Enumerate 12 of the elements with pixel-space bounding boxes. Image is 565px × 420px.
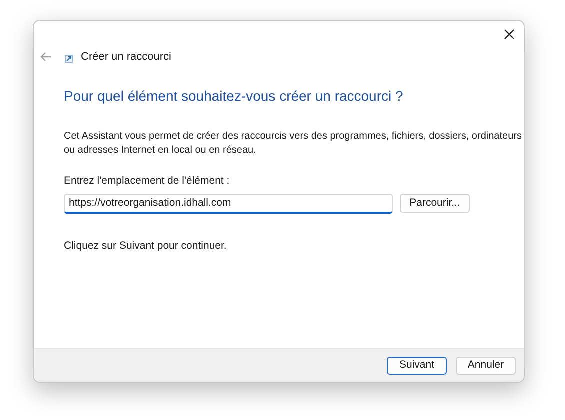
footer-button[interactable]: Suivant [387,356,447,374]
footer-button[interactable]: Annuler [456,356,516,374]
browse-button[interactable]: Parcourir... [400,194,470,214]
description-text: Cet Assistant vous permet de créer des raccourcis vers des programmes, fichiers, dossiers, ordinateurs ou adresses Internet en local ou en réseau. [64,130,522,158]
close-icon [504,28,514,40]
back-arrow-icon [40,52,52,62]
window-title: Créer un raccourci [81,50,172,65]
wizard-heading: Pour quel élément souhaitez-vous créer un raccourci ? [64,87,404,106]
location-label: Entrez l'emplacement de l'élément : [64,174,231,189]
location-field[interactable]: https://votreorganisation.idhall.com [64,194,393,214]
hint-text: Cliquez sur Suivant pour continuer. [64,238,228,254]
shortcut-icon [65,54,73,62]
